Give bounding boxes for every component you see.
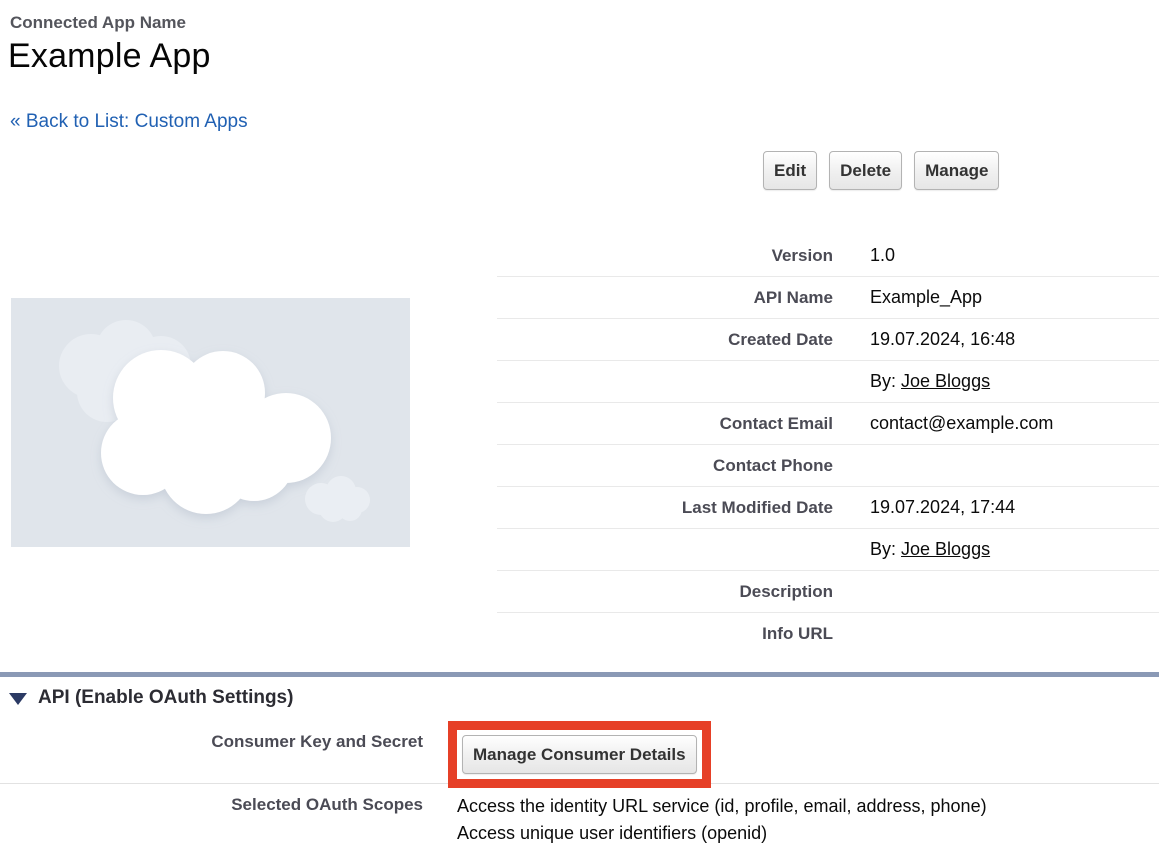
detail-row-created-by: By: Joe Bloggs bbox=[497, 361, 1159, 403]
connected-app-detail-page: Connected App Name Example App « Back to… bbox=[0, 0, 1159, 848]
manage-consumer-details-button[interactable]: Manage Consumer Details bbox=[462, 735, 697, 774]
field-value: contact@example.com bbox=[833, 413, 1053, 434]
detail-row-api-name: API Name Example_App bbox=[497, 277, 1159, 319]
consumer-key-secret-label: Consumer Key and Secret bbox=[0, 732, 423, 752]
detail-row-modified-by: By: Joe Bloggs bbox=[497, 529, 1159, 571]
field-label: Version bbox=[497, 246, 833, 266]
field-value: By: Joe Bloggs bbox=[833, 371, 990, 392]
triangle-down-icon[interactable] bbox=[9, 693, 27, 705]
field-label: Contact Phone bbox=[497, 456, 833, 476]
oauth-scopes-values: Access the identity URL service (id, pro… bbox=[457, 793, 987, 847]
page-title: Example App bbox=[8, 37, 211, 76]
oauth-scope-item: Access the identity URL service (id, pro… bbox=[457, 793, 987, 820]
app-logo-image bbox=[11, 298, 410, 547]
toolbar: Edit Delete Manage bbox=[763, 151, 999, 190]
detail-row-contact-phone: Contact Phone bbox=[497, 445, 1159, 487]
detail-row-info-url: Info URL bbox=[497, 613, 1159, 654]
manage-button[interactable]: Manage bbox=[914, 151, 999, 190]
red-highlight-annotation: Manage Consumer Details bbox=[448, 721, 711, 788]
oauth-section-header[interactable]: API (Enable OAuth Settings) bbox=[9, 687, 293, 709]
field-label: Contact Email bbox=[497, 414, 833, 434]
field-label: Info URL bbox=[497, 624, 833, 644]
field-label: API Name bbox=[497, 288, 833, 308]
field-label: Created Date bbox=[497, 330, 833, 350]
detail-row-last-modified-date: Last Modified Date 19.07.2024, 17:44 bbox=[497, 487, 1159, 529]
detail-row-created-date: Created Date 19.07.2024, 16:48 bbox=[497, 319, 1159, 361]
field-value: Example_App bbox=[833, 287, 982, 308]
field-value: 19.07.2024, 17:44 bbox=[833, 497, 1015, 518]
by-prefix: By: bbox=[870, 371, 901, 391]
back-to-list-link[interactable]: « Back to List: Custom Apps bbox=[10, 111, 248, 133]
cloud-icon bbox=[11, 298, 410, 547]
delete-button[interactable]: Delete bbox=[829, 151, 902, 190]
field-value: By: Joe Bloggs bbox=[833, 539, 990, 560]
oauth-scope-item: Access unique user identifiers (openid) bbox=[457, 820, 987, 847]
edit-button[interactable]: Edit bbox=[763, 151, 817, 190]
oauth-settings-section: API (Enable OAuth Settings) Consumer Key… bbox=[0, 672, 1159, 848]
detail-table: Version 1.0 API Name Example_App Created… bbox=[497, 235, 1159, 654]
modified-by-user-link[interactable]: Joe Bloggs bbox=[901, 539, 990, 559]
field-value: 19.07.2024, 16:48 bbox=[833, 329, 1015, 350]
detail-row-description: Description bbox=[497, 571, 1159, 613]
field-label: Description bbox=[497, 582, 833, 602]
detail-row-version: Version 1.0 bbox=[497, 235, 1159, 277]
oauth-section-title: API (Enable OAuth Settings) bbox=[38, 687, 293, 709]
record-type-label: Connected App Name bbox=[10, 13, 186, 33]
field-label: Last Modified Date bbox=[497, 498, 833, 518]
by-prefix: By: bbox=[870, 539, 901, 559]
created-by-user-link[interactable]: Joe Bloggs bbox=[901, 371, 990, 391]
section-divider-bar bbox=[0, 672, 1159, 677]
selected-oauth-scopes-label: Selected OAuth Scopes bbox=[0, 795, 423, 815]
field-value: 1.0 bbox=[833, 245, 895, 266]
detail-row-contact-email: Contact Email contact@example.com bbox=[497, 403, 1159, 445]
